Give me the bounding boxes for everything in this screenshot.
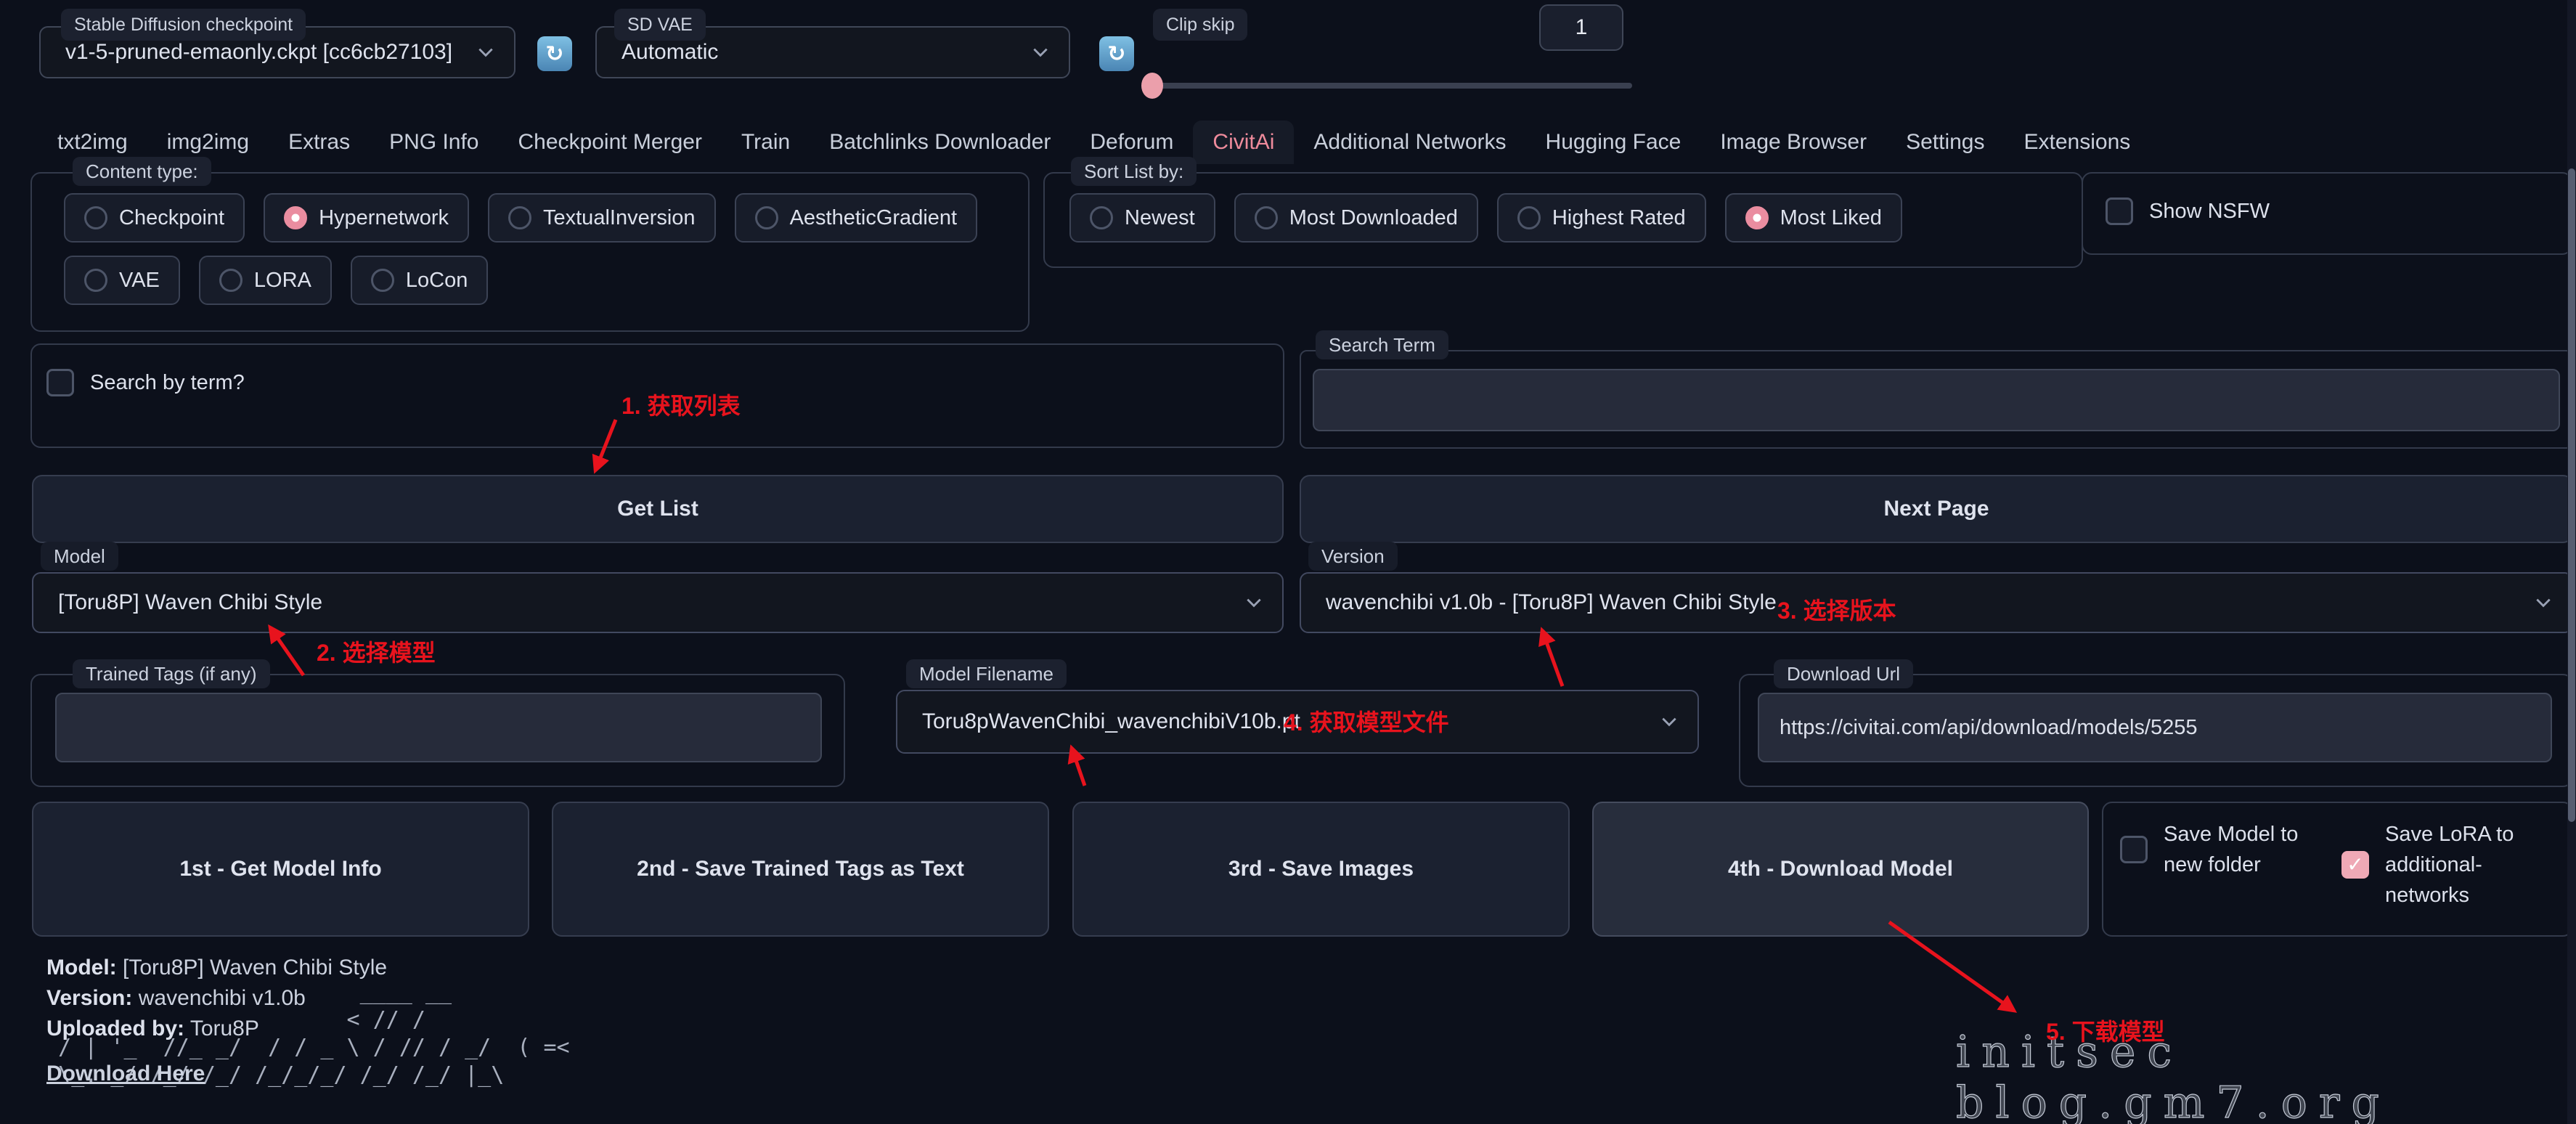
clip-skip-label: Clip skip	[1153, 9, 1247, 41]
trained-tags-label: Trained Tags (if any)	[73, 659, 270, 688]
annotation-5: 5. 下载模型	[2046, 1014, 2165, 1047]
get-model-info-button[interactable]: 1st - Get Model Info	[32, 802, 529, 937]
refresh-vae-icon[interactable]: ↻	[1099, 36, 1134, 71]
sort-label: Sort List by:	[1071, 157, 1197, 186]
next-page-button[interactable]: Next Page	[1300, 475, 2573, 543]
show-nsfw-checkbox[interactable]: Show NSFW	[2106, 197, 2270, 225]
sort-option-most-downloaded[interactable]: Most Downloaded	[1234, 193, 1478, 243]
info-model-line: Model: [Toru8P] Waven Chibi Style	[46, 956, 387, 980]
save-model-new-folder-checkbox[interactable]: Save Model to new folder	[2120, 819, 2298, 880]
model-value: [Toru8P] Waven Chibi Style	[58, 574, 322, 632]
search-term-group	[1300, 350, 2573, 449]
radio-icon	[1090, 206, 1113, 229]
content-type-option-locon[interactable]: LoCon	[351, 256, 488, 305]
checkbox-icon	[2120, 836, 2148, 863]
radio-icon	[219, 269, 242, 292]
radio-icon	[1745, 206, 1769, 229]
search-term-label: Search Term	[1316, 330, 1448, 359]
sort-option-most-liked[interactable]: Most Liked	[1725, 193, 1902, 243]
model-filename-value: Toru8pWavenChibi_wavenchibiV10b.pt	[922, 691, 1300, 752]
radio-icon	[84, 206, 107, 229]
tab-extras[interactable]: Extras	[269, 121, 370, 164]
sort-option-highest-rated[interactable]: Highest Rated	[1497, 193, 1706, 243]
annotation-4: 4. 获取模型文件	[1284, 704, 1449, 738]
model-filename-label: Model Filename	[906, 659, 1067, 688]
info-uploaded-by-line: Uploaded by: Toru8P	[46, 1017, 259, 1041]
tab-image-browser[interactable]: Image Browser	[1700, 121, 1886, 164]
save-images-button[interactable]: 3rd - Save Images	[1072, 802, 1570, 937]
content-type-option-lora[interactable]: LORA	[199, 256, 332, 305]
checkbox-icon	[2106, 197, 2133, 225]
download-here-link[interactable]: Download Here	[46, 1062, 205, 1086]
radio-icon	[508, 206, 531, 229]
tab-train[interactable]: Train	[722, 121, 810, 164]
download-model-button[interactable]: 4th - Download Model	[1592, 802, 2089, 937]
tab-settings[interactable]: Settings	[1886, 121, 2004, 164]
clip-skip-slider-track[interactable]	[1147, 83, 1632, 89]
app-window: Stable Diffusion checkpoint v1-5-pruned-…	[0, 0, 2576, 1124]
clip-skip-slider-handle[interactable]	[1141, 73, 1163, 99]
tab-batchlinks-downloader[interactable]: Batchlinks Downloader	[810, 121, 1070, 164]
checkpoint-label: Stable Diffusion checkpoint	[61, 9, 306, 41]
content-type-option-aestheticgradient[interactable]: AestheticGradient	[735, 193, 978, 243]
radio-icon	[1255, 206, 1278, 229]
radio-icon	[755, 206, 778, 229]
annotation-3: 3. 选择版本	[1777, 592, 1896, 626]
sort-option-newest[interactable]: Newest	[1069, 193, 1215, 243]
refresh-checkpoint-icon[interactable]: ↻	[537, 36, 572, 71]
download-url-label: Download Url	[1774, 659, 1913, 688]
clip-skip-number-input[interactable]: 1	[1539, 4, 1623, 51]
radio-icon	[284, 206, 307, 229]
get-list-button[interactable]: Get List	[32, 475, 1284, 543]
version-label: Version	[1308, 542, 1398, 571]
chevron-down-icon	[476, 43, 495, 62]
tab-extensions[interactable]: Extensions	[2005, 121, 2151, 164]
annotation-1: 1. 获取列表	[621, 388, 741, 421]
checkbox-icon	[2341, 851, 2369, 879]
chevron-down-icon	[2534, 593, 2553, 612]
model-label: Model	[41, 542, 118, 571]
radio-icon	[1517, 206, 1541, 229]
vae-label: SD VAE	[614, 9, 706, 41]
info-version-line: Version: wavenchibi v1.0b	[46, 986, 306, 1011]
scrollbar-track[interactable]	[2567, 0, 2576, 1124]
tab-hugging-face[interactable]: Hugging Face	[1526, 121, 1701, 164]
checkbox-icon	[46, 369, 74, 396]
content-type-option-vae[interactable]: VAE	[64, 256, 180, 305]
tab-png-info[interactable]: PNG Info	[370, 121, 498, 164]
annotation-2: 2. 选择模型	[317, 635, 436, 668]
content-type-option-textualinversion[interactable]: TextualInversion	[488, 193, 716, 243]
content-type-label: Content type:	[73, 157, 211, 186]
chevron-down-icon	[1244, 593, 1263, 612]
radio-icon	[84, 269, 107, 292]
tab-checkpoint-merger[interactable]: Checkpoint Merger	[499, 121, 722, 164]
content-type-option-hypernetwork[interactable]: Hypernetwork	[264, 193, 469, 243]
model-dropdown[interactable]: [Toru8P] Waven Chibi Style	[32, 572, 1284, 633]
save-trained-tags-button[interactable]: 2nd - Save Trained Tags as Text	[552, 802, 1049, 937]
trained-tags-input[interactable]	[55, 693, 822, 762]
version-value: wavenchibi v1.0b - [Toru8P] Waven Chibi …	[1326, 574, 1777, 632]
download-url-input[interactable]: https://civitai.com/api/download/models/…	[1758, 693, 2552, 762]
save-lora-additional-networks-checkbox[interactable]: Save LoRA to additional- networks	[2341, 819, 2514, 911]
search-term-input[interactable]	[1313, 369, 2560, 431]
chevron-down-icon	[1031, 43, 1050, 62]
scrollbar-thumb[interactable]	[2568, 168, 2575, 822]
search-by-term-checkbox[interactable]: Search by term?	[46, 369, 245, 396]
tab-additional-networks[interactable]: Additional Networks	[1294, 121, 1525, 164]
content-type-option-checkpoint[interactable]: Checkpoint	[64, 193, 245, 243]
version-dropdown[interactable]: wavenchibi v1.0b - [Toru8P] Waven Chibi …	[1300, 572, 2573, 633]
tab-civitai[interactable]: CivitAi	[1193, 121, 1294, 164]
radio-icon	[371, 269, 394, 292]
chevron-down-icon	[1660, 712, 1679, 731]
